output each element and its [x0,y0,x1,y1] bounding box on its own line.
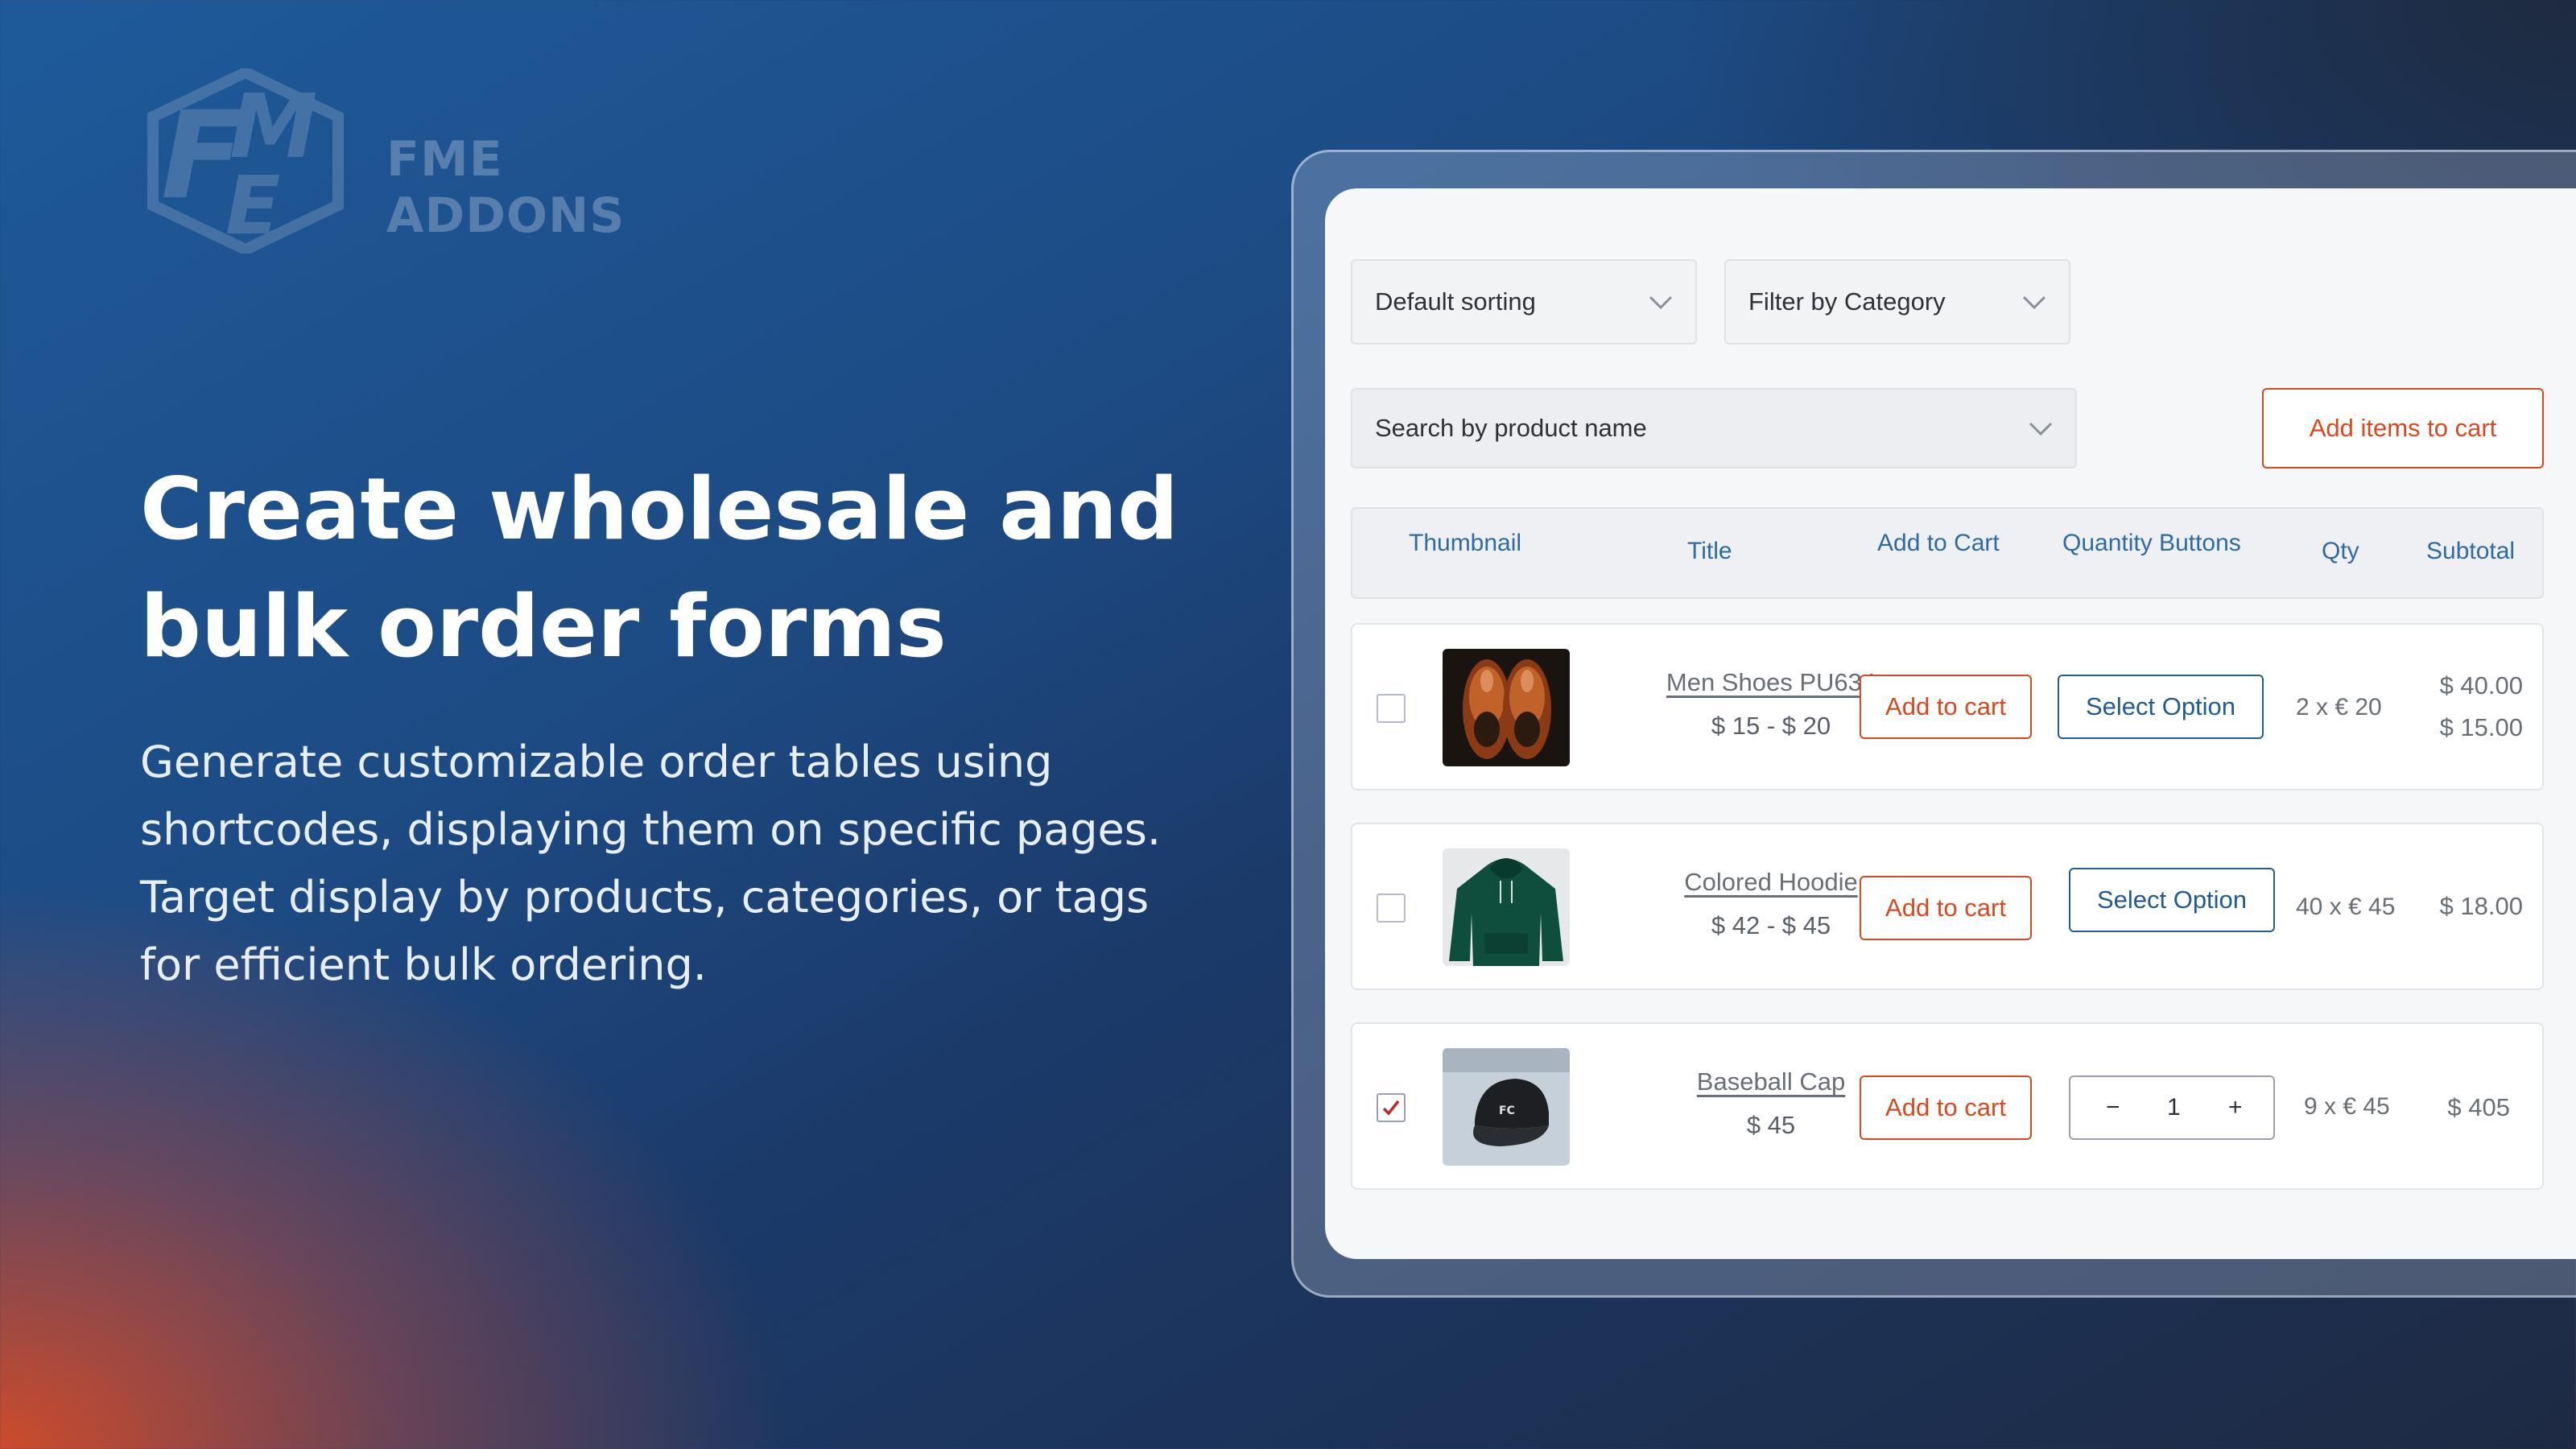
shoes-image [1443,649,1570,766]
headline-line: Create wholesale and [140,460,1179,559]
subtotal-value: $ 405 [2447,1093,2510,1121]
description-line: shortcodes, displaying them on specific … [140,804,1162,855]
select-option-button[interactable]: Select Option [2069,868,2275,932]
chevron-down-icon [2022,295,2046,310]
product-search-input[interactable]: Search by product name [1351,388,2077,469]
row-select-checkbox[interactable] [1377,894,1406,923]
chevron-down-icon [1649,295,1673,310]
sorting-select[interactable]: Default sorting [1351,259,1697,345]
table-row: FC Baseball Cap $ 45 Add to cart − 1 + 9… [1351,1022,2544,1190]
select-option-button[interactable]: Select Option [2058,675,2264,739]
description-line: Generate customizable order tables using [140,737,1053,787]
hoodie-image [1443,848,1570,966]
subtotal-value: $ 40.00 [2439,671,2523,700]
quantity-stepper: − 1 + [2069,1075,2275,1140]
column-header-thumbnail: Thumbnail [1409,530,1522,556]
fme-logo-icon: F M E [147,68,344,254]
product-thumbnail[interactable] [1443,848,1570,966]
minus-icon[interactable]: − [2106,1094,2120,1121]
qty-value: 2 x € 20 [2296,694,2382,720]
qty-value: 40 x € 45 [2296,894,2396,920]
page-description: Generate customizable order tables using… [140,729,1187,999]
search-placeholder: Search by product name [1375,414,1647,442]
qty-value: 9 x € 45 [2304,1093,2390,1120]
checkmark-icon [1382,1100,1400,1116]
description-line: Target display by products, categories, … [140,872,1150,923]
add-to-cart-button[interactable]: Add to cart [1860,1075,2032,1140]
row-select-checkbox[interactable] [1377,694,1406,723]
add-to-cart-button[interactable]: Add to cart [1860,876,2032,940]
table-row: Colored Hoodie $ 42 - $ 45 Add to cart S… [1351,823,2544,990]
cap-image: FC [1443,1048,1570,1166]
chevron-down-icon [2029,422,2053,436]
plus-icon[interactable]: + [2228,1094,2243,1121]
page-headline: Create wholesale and bulk order forms [140,451,1187,686]
column-header-add-to-cart: Add to Cart [1877,530,2000,556]
sorting-select-label: Default sorting [1375,287,1536,316]
svg-text:E: E [225,159,280,253]
table-header: Thumbnail Title Add to Cart Quantity But… [1351,507,2544,599]
brand-name: FME ADDONS [386,131,625,244]
category-filter-label: Filter by Category [1748,287,1946,316]
quantity-value[interactable]: 1 [2167,1094,2181,1121]
brand-logo: F M E FME ADDONS [137,68,700,254]
headline-line: bulk order forms [140,577,947,676]
subtotal-value: $ 15.00 [2439,713,2523,741]
column-header-subtotal: Subtotal [2426,538,2516,564]
table-row: Men Shoes PU634 $ 15 - $ 20 Add to cart … [1351,623,2544,791]
description-line: for efficient bulk ordering. [140,939,707,990]
add-to-cart-button[interactable]: Add to cart [1860,675,2032,739]
row-select-checkbox[interactable] [1377,1093,1406,1122]
column-header-qty: Qty [2322,538,2359,564]
product-thumbnail[interactable]: FC [1443,1048,1570,1166]
subtotal-value: $ 18.00 [2439,892,2523,920]
svg-text:FC: FC [1499,1104,1515,1117]
column-header-quantity-buttons: Quantity Buttons [2062,530,2241,556]
add-items-to-cart-button[interactable]: Add items to cart [2262,388,2544,469]
column-header-title: Title [1687,538,1732,564]
category-filter-select[interactable]: Filter by Category [1724,259,2070,345]
product-thumbnail[interactable] [1443,649,1570,766]
